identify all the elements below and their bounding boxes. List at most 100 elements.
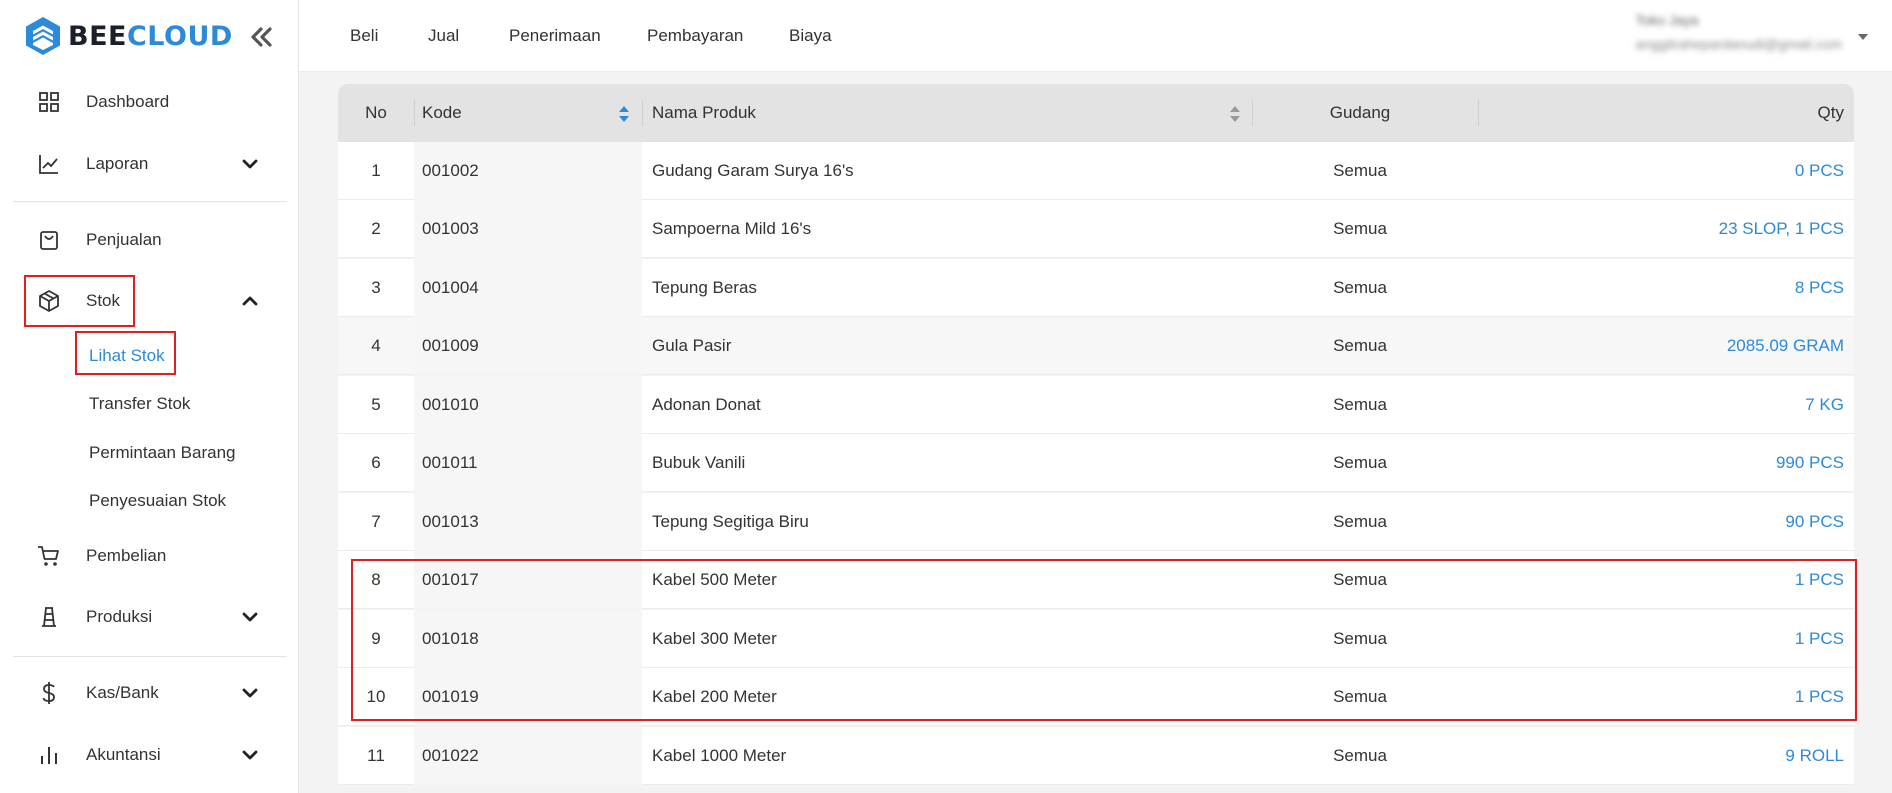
cell-kode: 001013 <box>422 512 479 531</box>
sidebar-item-label: Pembelian <box>86 546 167 565</box>
cell-nama-produk: Kabel 500 Meter <box>652 570 777 589</box>
chevron-down-icon <box>242 612 258 622</box>
table-header: No Kode Nama Produk Gudang Qty <box>338 84 1854 142</box>
topnav-biaya[interactable]: Biaya <box>789 26 832 46</box>
column-separator <box>1478 100 1479 126</box>
chevron-up-icon <box>242 296 258 306</box>
column-header-no[interactable]: No <box>338 84 414 142</box>
cell-gudang: Semua <box>1333 512 1387 531</box>
sidebar-subitem-transfer-stok[interactable]: Transfer Stok <box>89 394 190 414</box>
cell-qty-link[interactable]: 1 PCS <box>1795 551 1844 609</box>
cell-kode: 001017 <box>422 570 479 589</box>
cell-qty-link[interactable]: 990 PCS <box>1776 434 1844 492</box>
sidebar-subitem-permintaan-barang[interactable]: Permintaan Barang <box>89 443 235 463</box>
sort-icon[interactable] <box>1228 104 1242 124</box>
user-info[interactable]: Toko Jaya anggitrahepardanudi@gmail.com <box>1636 12 1842 52</box>
sort-active-icon[interactable] <box>617 104 631 124</box>
table-row[interactable]: 3 001004 Tepung Beras Semua 8 PCS <box>338 259 1854 317</box>
cell-qty-link[interactable]: 7 KG <box>1805 376 1844 434</box>
topnav-pembayaran[interactable]: Pembayaran <box>647 26 743 46</box>
sidebar: BEECLOUD Dashboard Laporan Penjualan Sto… <box>0 0 299 793</box>
brand-logo[interactable]: BEECLOUD <box>24 16 233 56</box>
cell-no: 5 <box>371 395 381 414</box>
sidebar-item-dashboard[interactable]: Dashboard <box>24 80 280 124</box>
cell-gudang: Semua <box>1333 570 1387 589</box>
topnav-penerimaan[interactable]: Penerimaan <box>509 26 601 46</box>
cell-gudang: Semua <box>1333 629 1387 648</box>
bee-logo-icon <box>26 17 60 55</box>
cell-qty-link[interactable]: 23 SLOP, 1 PCS <box>1719 200 1844 258</box>
table-row[interactable]: 8 001017 Kabel 500 Meter Semua 1 PCS <box>338 551 1854 609</box>
table-row[interactable]: 1 001002 Gudang Garam Surya 16's Semua 0 PCS <box>338 142 1854 200</box>
sidebar-item-laporan[interactable]: Laporan <box>24 142 280 186</box>
column-header-kode[interactable]: Kode <box>422 84 462 142</box>
cell-nama-produk: Kabel 300 Meter <box>652 629 777 648</box>
sidebar-item-label: Dashboard <box>86 92 170 111</box>
factory-tower-icon <box>36 604 62 630</box>
cell-no: 10 <box>366 687 386 706</box>
cell-nama-produk: Kabel 1000 Meter <box>652 746 787 765</box>
cell-nama-produk: Tepung Segitiga Biru <box>652 512 809 531</box>
cell-gudang: Semua <box>1333 219 1387 238</box>
cell-qty-link[interactable]: 1 PCS <box>1795 610 1844 668</box>
column-separator <box>414 100 415 126</box>
column-header-qty[interactable]: Qty <box>1818 84 1844 142</box>
cell-qty-link[interactable]: 2085.09 GRAM <box>1727 317 1844 375</box>
topnav-jual[interactable]: Jual <box>428 26 459 46</box>
cell-gudang: Semua <box>1333 161 1387 180</box>
sidebar-item-produksi[interactable]: Produksi <box>24 595 280 639</box>
column-header-nama-produk[interactable]: Nama Produk <box>652 84 756 142</box>
cell-qty-link[interactable]: 90 PCS <box>1785 493 1844 551</box>
sidebar-item-label: Kas/Bank <box>86 683 159 702</box>
line-chart-icon <box>36 151 62 177</box>
cell-qty-link[interactable]: 0 PCS <box>1795 142 1844 200</box>
cell-nama-produk: Gula Pasir <box>652 336 732 355</box>
column-separator <box>1252 100 1253 126</box>
sidebar-item-pembelian[interactable]: Pembelian <box>24 534 280 578</box>
cell-nama-produk: Sampoerna Mild 16's <box>652 219 812 238</box>
caret-down-icon[interactable] <box>1856 30 1870 44</box>
table-row[interactable]: 2 001003 Sampoerna Mild 16's Semua 23 SLOP, … <box>338 200 1854 258</box>
cell-no: 2 <box>371 219 381 238</box>
sidebar-item-label: Stok <box>86 291 121 310</box>
sidebar-subitem-lihat-stok[interactable]: Lihat Stok <box>89 346 165 366</box>
sidebar-subitem-penyesuaian-stok[interactable]: Penyesuaian Stok <box>89 491 226 511</box>
box-icon <box>36 288 62 314</box>
brand-name-part2: CLOUD <box>126 20 233 52</box>
grid-icon <box>36 89 62 115</box>
column-header-gudang[interactable]: Gudang <box>1260 84 1460 142</box>
sidebar-item-stok[interactable]: Stok <box>24 279 280 323</box>
cell-kode: 001004 <box>422 278 479 297</box>
table-row[interactable]: 6 001011 Bubuk Vanili Semua 990 PCS <box>338 434 1854 492</box>
sidebar-item-label: Akuntansi <box>86 745 161 764</box>
app-window: BEECLOUD Dashboard Laporan Penjualan Sto… <box>0 0 1892 793</box>
cell-nama-produk: Bubuk Vanili <box>652 453 746 472</box>
table-row[interactable]: 5 001010 Adonan Donat Semua 7 KG <box>338 376 1854 434</box>
dollar-icon <box>36 680 62 706</box>
table-row[interactable]: 4 001009 Gula Pasir Semua 2085.09 GRAM <box>338 317 1854 375</box>
cell-qty-link[interactable]: 8 PCS <box>1795 259 1844 317</box>
sidebar-divider <box>13 656 287 657</box>
table-row[interactable]: 7 001013 Tepung Segitiga Biru Semua 90 PCS <box>338 493 1854 551</box>
cell-kode: 001018 <box>422 629 479 648</box>
sidebar-item-akuntansi[interactable]: Akuntansi <box>24 733 280 777</box>
user-name: Toko Jaya <box>1635 12 1699 28</box>
topnav-beli[interactable]: Beli <box>350 26 378 46</box>
table-row[interactable]: 9 001018 Kabel 300 Meter Semua 1 PCS <box>338 610 1854 668</box>
cell-no: 7 <box>371 512 381 531</box>
collapse-sidebar-icon[interactable] <box>246 22 276 52</box>
table-row[interactable]: 11 001022 Kabel 1000 Meter Semua 9 ROLL <box>338 727 1854 785</box>
sidebar-item-label: Produksi <box>86 607 153 626</box>
cell-gudang: Semua <box>1333 687 1387 706</box>
table-row[interactable]: 10 001019 Kabel 200 Meter Semua 1 PCS <box>338 668 1854 726</box>
user-email: anggitrahepardanudi@gmail.com <box>1635 36 1842 52</box>
sidebar-item-kas-bank[interactable]: Kas/Bank <box>24 671 280 715</box>
cell-no: 4 <box>371 336 381 355</box>
cell-qty-link[interactable]: 1 PCS <box>1795 668 1844 726</box>
cell-nama-produk: Kabel 200 Meter <box>652 687 777 706</box>
cell-qty-link[interactable]: 9 ROLL <box>1785 727 1844 785</box>
sidebar-item-penjualan[interactable]: Penjualan <box>24 218 280 262</box>
brand-name: BEECLOUD <box>68 21 233 52</box>
cell-gudang: Semua <box>1333 336 1387 355</box>
cell-kode: 001011 <box>422 453 478 472</box>
